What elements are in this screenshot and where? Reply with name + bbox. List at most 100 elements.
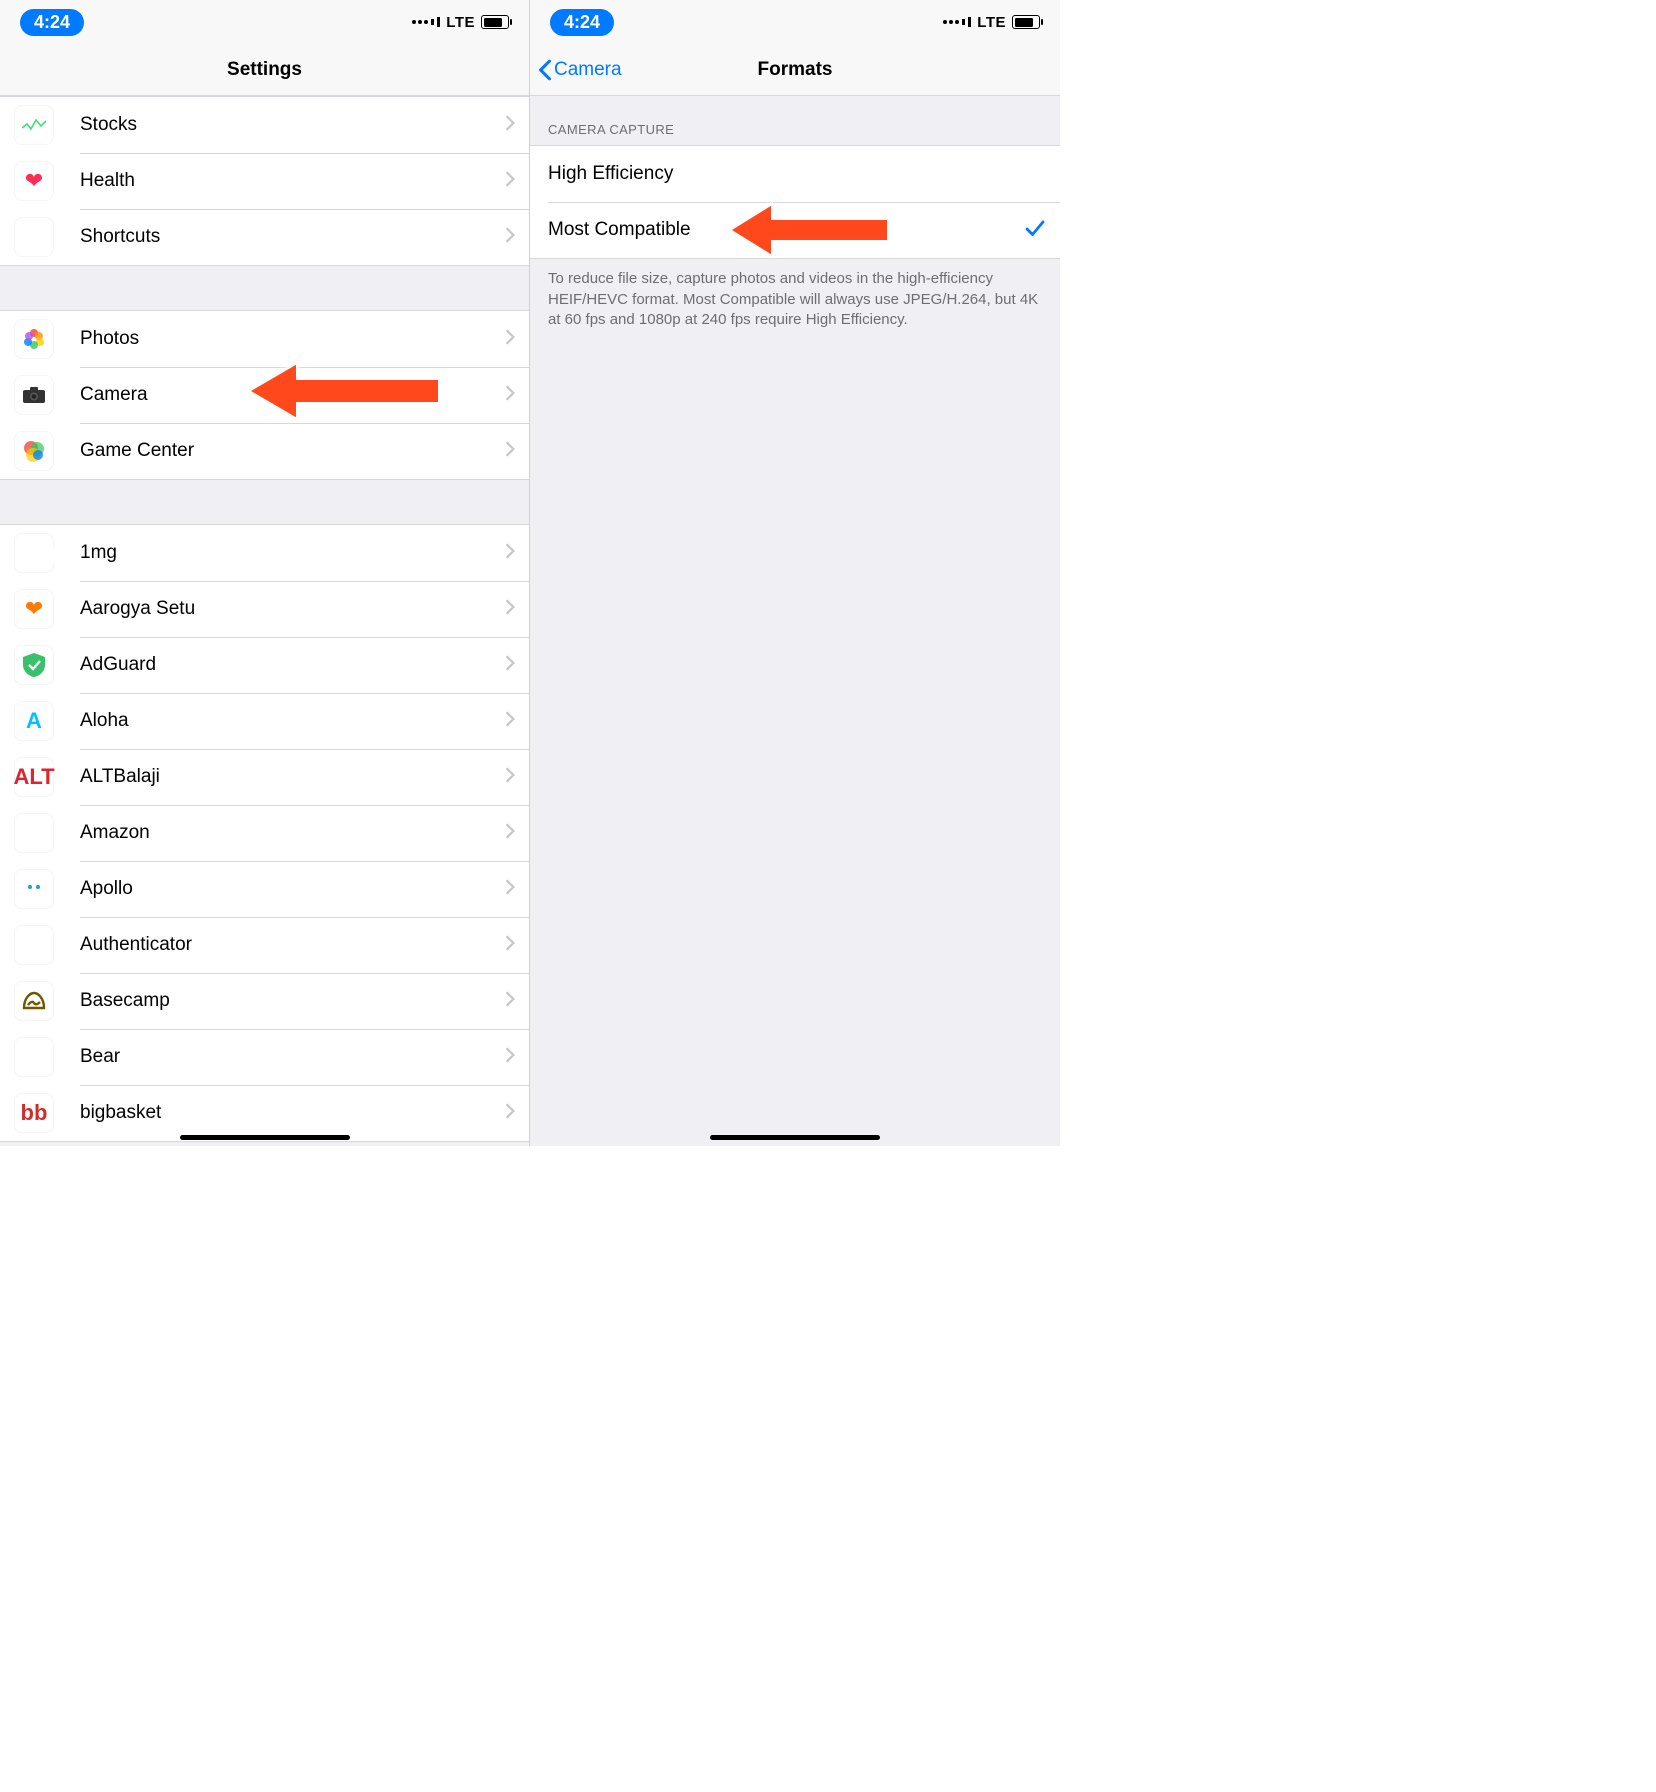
- status-indicators: LTE: [412, 14, 509, 31]
- status-time-pill: 4:24: [20, 9, 84, 36]
- row-label: Authenticator: [80, 934, 505, 956]
- chevron-right-icon: [505, 1047, 515, 1068]
- status-time-pill: 4:24: [550, 9, 614, 36]
- battery-icon: [1012, 15, 1040, 29]
- status-bar: 4:24 LTE: [0, 0, 529, 44]
- network-label: LTE: [446, 14, 475, 31]
- row-bear[interactable]: Bear: [0, 1029, 529, 1085]
- row-label: bigbasket: [80, 1102, 505, 1124]
- chevron-right-icon: [505, 171, 515, 192]
- shortcuts-icon: [14, 217, 54, 257]
- option-label: High Efficiency: [548, 163, 1046, 185]
- row-bigbasket[interactable]: bb bigbasket: [0, 1085, 529, 1141]
- section-footer: To reduce file size, capture photos and …: [530, 259, 1060, 331]
- app-icon: [14, 981, 54, 1021]
- row-authenticator[interactable]: Authenticator: [0, 917, 529, 973]
- back-button[interactable]: Camera: [538, 44, 622, 95]
- chevron-right-icon: [505, 823, 515, 844]
- chevron-right-icon: [505, 935, 515, 956]
- row-label: 1mg: [80, 542, 505, 564]
- row-label: Amazon: [80, 822, 505, 844]
- row-camera[interactable]: Camera: [0, 367, 529, 423]
- status-bar: 4:24 LTE: [530, 0, 1060, 44]
- row-label: Aloha: [80, 710, 505, 732]
- chevron-right-icon: [505, 711, 515, 732]
- signal-icon: [412, 17, 440, 27]
- app-icon: [14, 1037, 54, 1077]
- row-label: Aarogya Setu: [80, 598, 505, 620]
- settings-group-apps: 1mg 1mg ❤︎ Aarogya Setu AdGuard A Aloha …: [0, 524, 529, 1142]
- page-title: Formats: [758, 59, 833, 81]
- row-aarogya[interactable]: ❤︎ Aarogya Setu: [0, 581, 529, 637]
- app-icon: A: [14, 701, 54, 741]
- chevron-right-icon: [505, 1103, 515, 1124]
- signal-icon: [943, 17, 971, 27]
- row-label: Apollo: [80, 878, 505, 900]
- app-icon: [14, 869, 54, 909]
- chevron-right-icon: [505, 879, 515, 900]
- chevron-right-icon: [505, 115, 515, 136]
- settings-group-system: Stocks ❤︎ Health Shortcuts: [0, 96, 529, 266]
- row-1mg[interactable]: 1mg 1mg: [0, 525, 529, 581]
- option-high-efficiency[interactable]: High Efficiency: [530, 146, 1060, 202]
- page-title: Settings: [227, 59, 302, 81]
- row-label: Shortcuts: [80, 226, 505, 248]
- gamecenter-icon: [14, 431, 54, 471]
- option-label: Most Compatible: [548, 219, 1024, 241]
- status-indicators: LTE: [943, 14, 1040, 31]
- row-amazon[interactable]: Amazon: [0, 805, 529, 861]
- settings-group-media: Photos Camera Game Center: [0, 310, 529, 480]
- chevron-left-icon: [538, 59, 552, 81]
- row-adguard[interactable]: AdGuard: [0, 637, 529, 693]
- app-icon: [14, 925, 54, 965]
- row-health[interactable]: ❤︎ Health: [0, 153, 529, 209]
- row-label: Bear: [80, 1046, 505, 1068]
- app-icon: bb: [14, 1093, 54, 1133]
- chevron-right-icon: [505, 441, 515, 462]
- row-label: AdGuard: [80, 654, 505, 676]
- camera-icon: [14, 375, 54, 415]
- chevron-right-icon: [505, 655, 515, 676]
- row-label: Health: [80, 170, 505, 192]
- formats-pane: 4:24 LTE Camera Formats CAMERA CAPTURE H…: [530, 0, 1060, 1146]
- home-indicator[interactable]: [180, 1135, 350, 1140]
- chevron-right-icon: [505, 385, 515, 406]
- formats-group: High Efficiency Most Compatible: [530, 145, 1060, 259]
- app-icon: ALT: [14, 757, 54, 797]
- row-gamecenter[interactable]: Game Center: [0, 423, 529, 479]
- settings-header: Settings: [0, 44, 529, 96]
- battery-icon: [481, 15, 509, 29]
- option-most-compatible[interactable]: Most Compatible: [530, 202, 1060, 258]
- formats-header: Camera Formats: [530, 44, 1060, 96]
- app-icon: ❤︎: [14, 589, 54, 629]
- row-label: Photos: [80, 328, 505, 350]
- settings-pane: 4:24 LTE Settings Stocks ❤︎ Health: [0, 0, 530, 1146]
- app-icon: [14, 813, 54, 853]
- network-label: LTE: [977, 14, 1006, 31]
- chevron-right-icon: [505, 227, 515, 248]
- chevron-right-icon: [505, 767, 515, 788]
- section-header: CAMERA CAPTURE: [530, 96, 1060, 145]
- app-icon: 1mg: [14, 533, 54, 573]
- chevron-right-icon: [505, 991, 515, 1012]
- row-stocks[interactable]: Stocks: [0, 97, 529, 153]
- chevron-right-icon: [505, 599, 515, 620]
- row-label: Stocks: [80, 114, 505, 136]
- back-label: Camera: [554, 59, 622, 81]
- home-indicator[interactable]: [710, 1135, 880, 1140]
- row-aloha[interactable]: A Aloha: [0, 693, 529, 749]
- photos-icon: [14, 319, 54, 359]
- row-label: Game Center: [80, 440, 505, 462]
- row-apollo[interactable]: Apollo: [0, 861, 529, 917]
- row-altbalaji[interactable]: ALT ALTBalaji: [0, 749, 529, 805]
- row-label: Basecamp: [80, 990, 505, 1012]
- row-label: Camera: [80, 384, 505, 406]
- checkmark-icon: [1024, 217, 1046, 244]
- stocks-icon: [14, 105, 54, 145]
- chevron-right-icon: [505, 329, 515, 350]
- row-photos[interactable]: Photos: [0, 311, 529, 367]
- row-basecamp[interactable]: Basecamp: [0, 973, 529, 1029]
- row-shortcuts[interactable]: Shortcuts: [0, 209, 529, 265]
- app-icon: [14, 645, 54, 685]
- chevron-right-icon: [505, 543, 515, 564]
